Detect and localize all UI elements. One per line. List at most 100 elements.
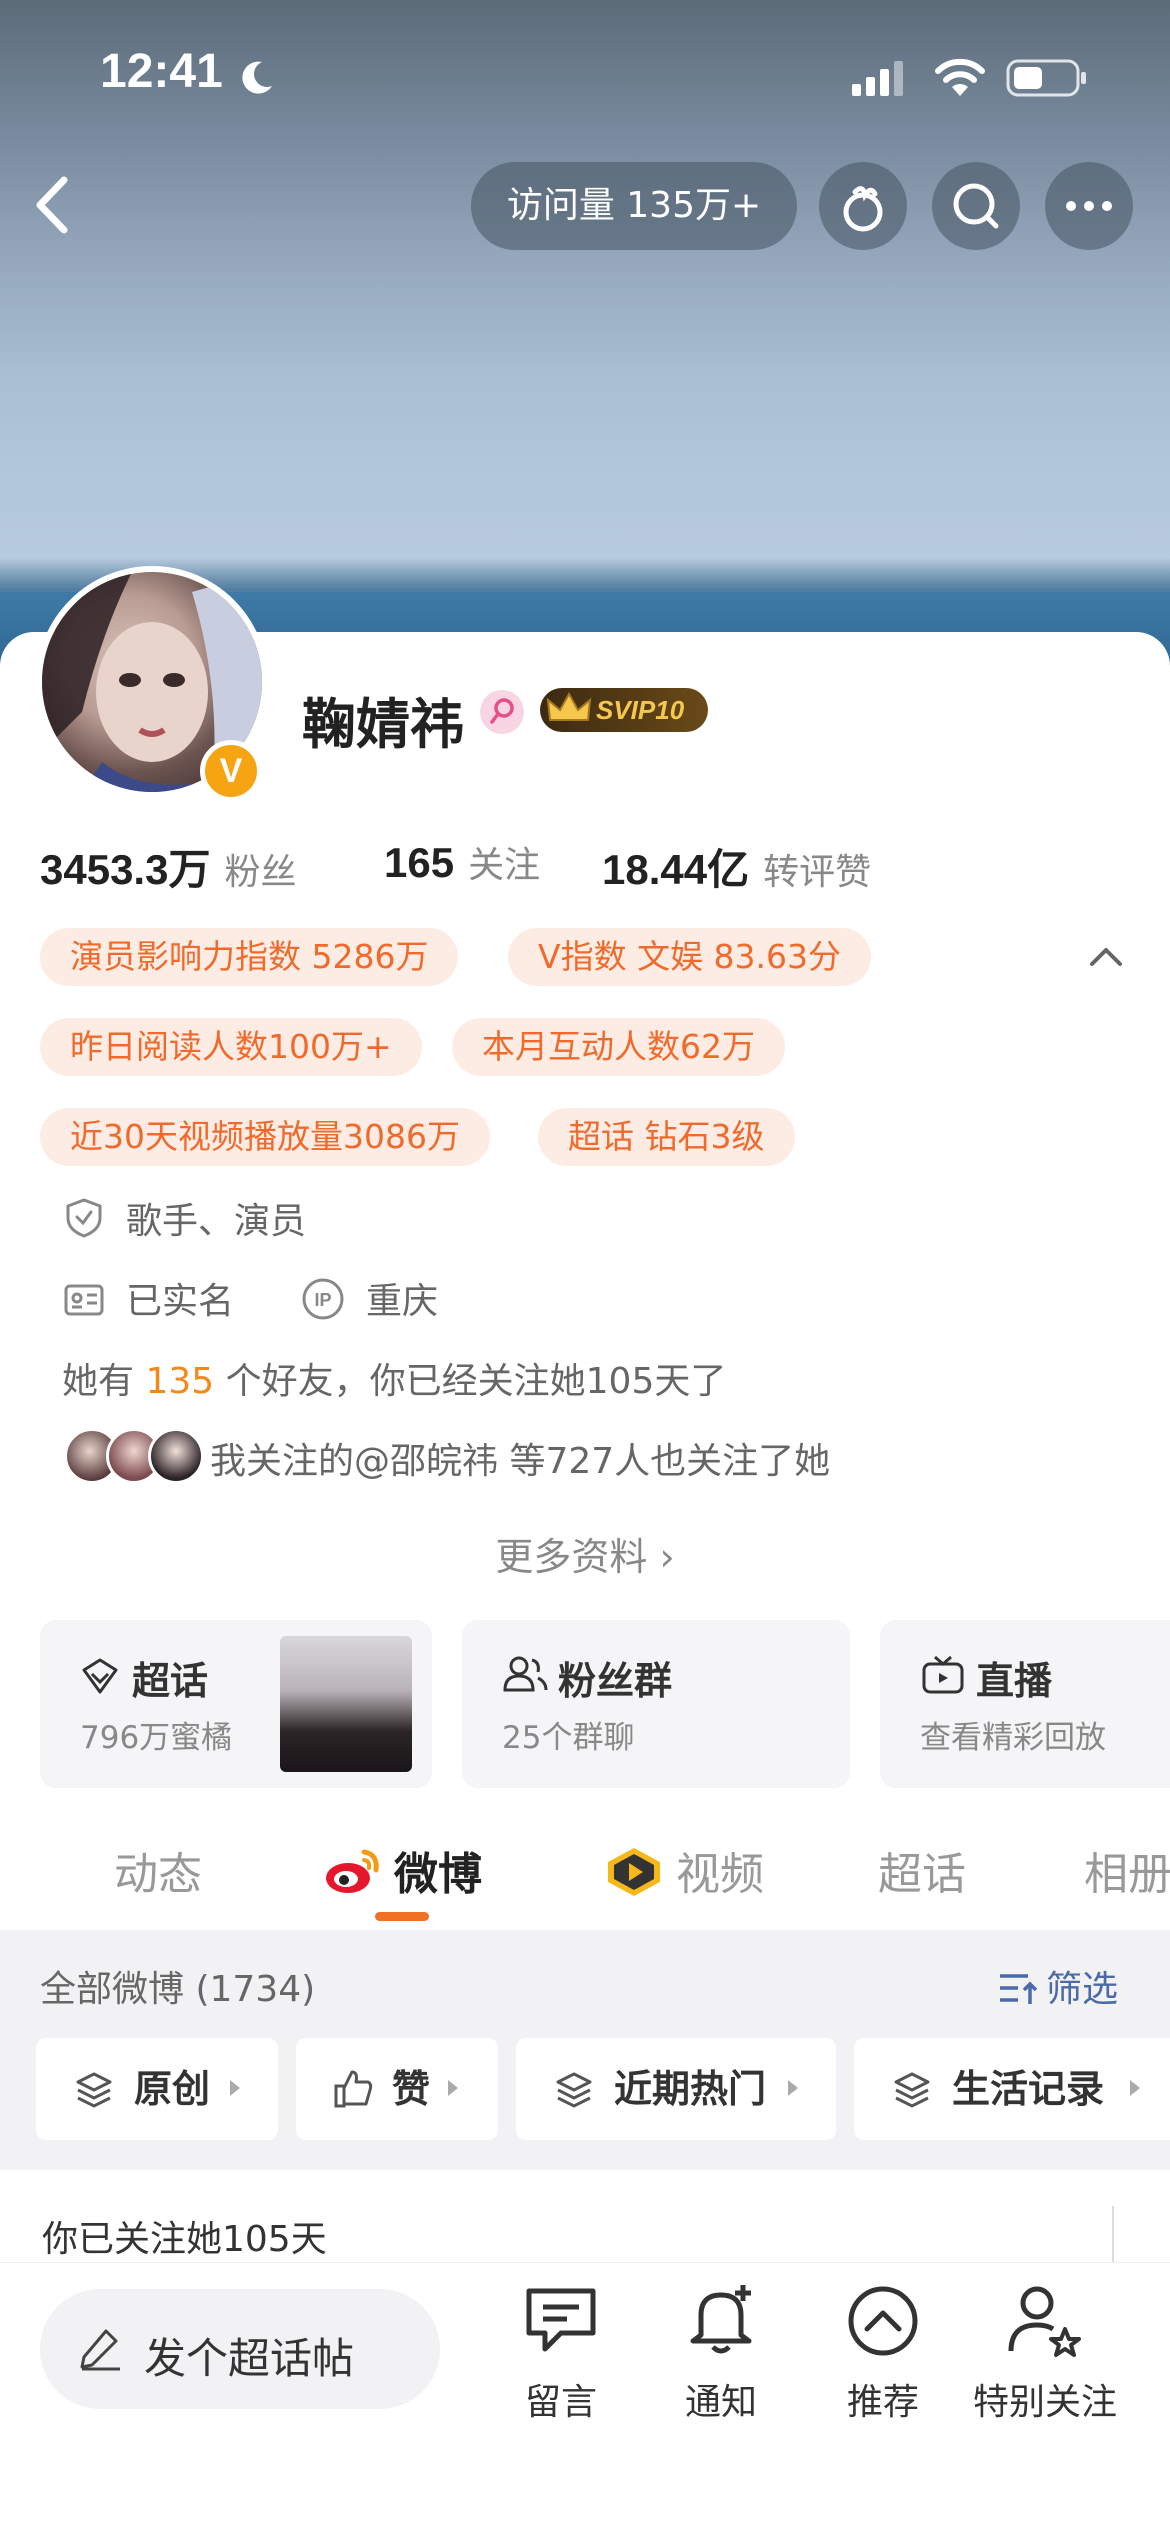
- chevron-up-circle-icon: [848, 2286, 918, 2356]
- caret-right-icon: [230, 2080, 240, 2096]
- tab-super-topic[interactable]: 超话: [878, 1838, 966, 1902]
- chip-liked-label: 赞: [392, 2067, 431, 2111]
- id-card-icon: [64, 1284, 104, 1316]
- stat-following-num: 165: [384, 839, 455, 886]
- chip-life-records[interactable]: 生活记录: [854, 2038, 1170, 2140]
- mutual-follower-avatars[interactable]: [64, 1428, 204, 1484]
- stat-followers[interactable]: 3453.3万 粉丝: [40, 836, 297, 897]
- stat-interactions-label: 转评赞: [763, 852, 872, 893]
- layers-icon: [76, 2072, 112, 2108]
- post-super-topic-button[interactable]: 发个超话帖: [40, 2289, 440, 2409]
- chip-recent-hot[interactable]: 近期热门: [516, 2038, 836, 2140]
- chip-original-label: 原创: [134, 2067, 211, 2111]
- chip-liked[interactable]: 赞: [296, 2038, 498, 2140]
- female-gender-icon: [480, 690, 524, 734]
- search-button[interactable]: [932, 162, 1020, 250]
- weibo-logo-icon: [326, 1849, 379, 1893]
- bottom-action-bar: 发个超话帖 留言 通知 推荐 特别关注: [0, 2262, 1170, 2532]
- tag-monthly-interactions[interactable]: 本月互动人数62万: [452, 1018, 785, 1076]
- message-label: 留言: [524, 2382, 597, 2423]
- occupation: 歌手、演员: [126, 1201, 307, 1242]
- super-topic-title: 超话: [132, 1659, 209, 1703]
- wifi-icon: [935, 58, 985, 96]
- live-sub: 查看精彩回放: [920, 1720, 1106, 1756]
- feed-divider: [1112, 2206, 1114, 2262]
- tab-weibo[interactable]: 微博: [394, 1838, 482, 1902]
- super-topic-thumbnail: [280, 1636, 412, 1772]
- back-arrow-icon[interactable]: [26, 170, 86, 240]
- fan-group-card[interactable]: 粉丝群 25个群聊: [462, 1620, 850, 1788]
- chip-original[interactable]: 原创: [36, 2038, 278, 2140]
- visit-count-pill[interactable]: 访问量 135万+: [471, 162, 797, 250]
- ip-location-icon: IP: [302, 1278, 344, 1320]
- tab-album[interactable]: 相册: [1084, 1838, 1170, 1902]
- svip-label: SVIP10: [596, 695, 685, 725]
- post-button-label: 发个超话帖: [144, 2334, 355, 2383]
- thumbs-up-icon: [334, 2070, 373, 2108]
- chevron-up-icon[interactable]: [1086, 942, 1126, 972]
- layers-icon: [894, 2072, 930, 2108]
- user-star-icon: [1008, 2286, 1081, 2357]
- more-button[interactable]: [1045, 162, 1133, 250]
- caret-right-icon: [448, 2080, 458, 2096]
- more-dots-icon: [1066, 201, 1112, 211]
- fan-group-sub: 25个群聊: [502, 1720, 635, 1756]
- tv-icon: [922, 1655, 964, 1694]
- special-follow-label: 特别关注: [972, 2382, 1117, 2423]
- tag-v-index[interactable]: V指数 文娱 83.63分: [508, 928, 872, 986]
- status-bar: 12:41: [0, 0, 1170, 150]
- profile-tabs: 动态 微博 视频 超话 相册: [0, 1820, 1170, 1930]
- tab-video[interactable]: 视频: [676, 1838, 764, 1902]
- filter-button[interactable]: 筛选: [1046, 1960, 1118, 2012]
- friends-prefix: 她有: [62, 1361, 135, 1402]
- notify-button[interactable]: 通知: [646, 2281, 796, 2441]
- tag-actor-influence[interactable]: 演员影响力指数 5286万: [40, 928, 459, 986]
- ip-location: 重庆: [366, 1281, 439, 1322]
- stat-followers-label: 粉丝: [224, 852, 297, 893]
- status-time: 12:41: [100, 45, 223, 98]
- message-button[interactable]: 留言: [486, 2281, 636, 2441]
- stat-interactions-num: 18.44: [602, 846, 708, 893]
- tag-super-topic-level[interactable]: 超话 钻石3级: [538, 1108, 795, 1166]
- stat-following-label: 关注: [468, 845, 541, 886]
- svg-text:IP: IP: [314, 1290, 331, 1310]
- special-follow-button[interactable]: 特别关注: [970, 2281, 1120, 2441]
- group-icon: [503, 1656, 548, 1692]
- layers-icon: [556, 2072, 592, 2108]
- real-name-status: 已实名: [126, 1281, 235, 1322]
- moon-icon: [242, 61, 272, 94]
- tab-activity[interactable]: 动态: [114, 1838, 202, 1902]
- video-play-icon: [608, 1848, 660, 1896]
- svip-badge[interactable]: SVIP10: [540, 688, 708, 732]
- friends-count[interactable]: 135: [145, 1361, 214, 1402]
- mutual-followers-text[interactable]: 我关注的@邵皖祎 等727人也关注了她: [210, 1432, 830, 1484]
- super-topic-sub: 796万蜜橘: [80, 1720, 233, 1756]
- mutual-avatar: [148, 1428, 204, 1484]
- live-card[interactable]: 直播 查看精彩回放: [880, 1620, 1170, 1788]
- comment-icon: [526, 2288, 596, 2352]
- filter-icon[interactable]: [996, 1968, 1040, 2008]
- friends-suffix: 个好友，你已经关注她105天了: [225, 1361, 727, 1402]
- stat-followers-num: 3453.3: [40, 846, 169, 893]
- stat-interactions-unit: 亿: [707, 845, 750, 894]
- chip-life-records-label: 生活记录: [952, 2067, 1105, 2111]
- gift-button[interactable]: [819, 162, 907, 250]
- friends-summary: 她有 135 个好友，你已经关注她105天了: [62, 1352, 726, 1404]
- recommend-button[interactable]: 推荐: [808, 2281, 958, 2441]
- followed-days-text: 你已关注她105天: [42, 2219, 327, 2260]
- feed-header: 全部微博 (1734) 筛选 原创 赞 近期热门 生活记录: [0, 1930, 1170, 2170]
- stat-followers-unit: 万: [168, 845, 211, 894]
- tag-yesterday-readers[interactable]: 昨日阅读人数100万+: [40, 1018, 422, 1076]
- chip-recent-hot-label: 近期热门: [614, 2067, 767, 2111]
- bell-plus-icon: [690, 2285, 752, 2354]
- recommend-label: 推荐: [846, 2382, 919, 2423]
- stat-following[interactable]: 165 关注: [384, 836, 540, 888]
- username: 鞠婧祎: [302, 693, 464, 756]
- tag-video-plays[interactable]: 近30天视频播放量3086万: [40, 1108, 490, 1166]
- more-info-link[interactable]: 更多资料 ›: [0, 1526, 1170, 1581]
- stat-interactions[interactable]: 18.44亿 转评赞: [602, 836, 871, 897]
- tangerine-icon: [843, 186, 883, 232]
- super-topic-card[interactable]: 超话 796万蜜橘: [40, 1620, 432, 1788]
- caret-right-icon: [788, 2080, 798, 2096]
- super-topic-icon: [82, 1658, 118, 1694]
